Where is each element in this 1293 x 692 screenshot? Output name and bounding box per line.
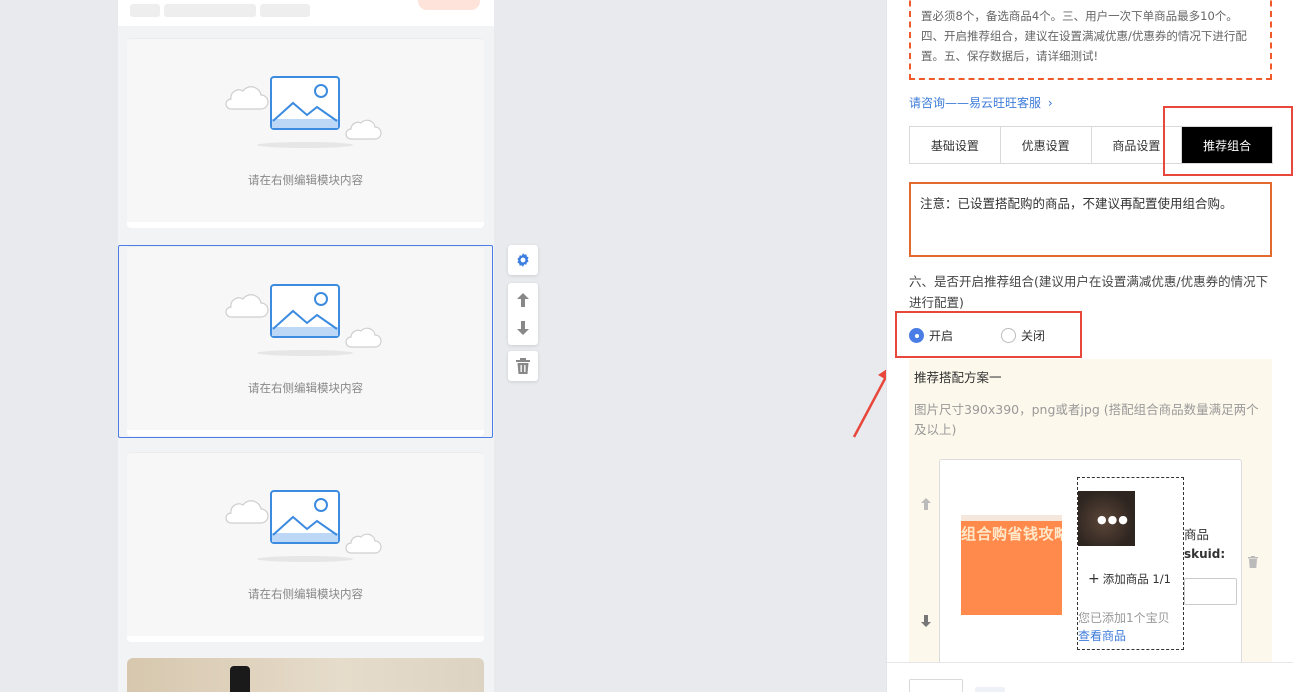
- trash-icon: [516, 358, 530, 374]
- header-tag: [130, 4, 160, 17]
- editor-canvas: 请在右侧编辑模块内容 请在右侧编辑模块内容 请在右侧编辑模块内容 置必须8个，备…: [0, 0, 1293, 692]
- plus-icon: +: [1088, 571, 1100, 587]
- radio-enable[interactable]: 开启: [909, 327, 953, 344]
- module-divider: [127, 636, 484, 642]
- delete-module-button[interactable]: [508, 351, 538, 381]
- radio-enable-label: 开启: [929, 329, 954, 343]
- radio-disable[interactable]: 关闭: [1001, 327, 1045, 344]
- bottle-image: [230, 666, 250, 692]
- rules-notice: 置必须8个，备选商品4个。三、用户一次下单商品最多10个。 四、开启推荐组合，建…: [909, 0, 1272, 80]
- panel-footer: [887, 662, 1293, 692]
- consult-link[interactable]: 请咨询——易云旺旺客服 ›: [909, 94, 1053, 111]
- header-tag: [164, 4, 256, 17]
- footer-link[interactable]: [975, 687, 1005, 692]
- radio-disable-label: 关闭: [1021, 329, 1046, 343]
- radio-checked-icon: [909, 328, 924, 343]
- product-photo-module[interactable]: [127, 658, 484, 692]
- plan-title: 推荐搭配方案一: [914, 370, 1002, 385]
- combo-poster-image[interactable]: 组合购省钱攻略: [961, 515, 1062, 615]
- arrow-down-icon[interactable]: [921, 615, 931, 627]
- settings-panel: 置必须8个，备选商品4个。三、用户一次下单商品最多10个。 四、开启推荐组合，建…: [886, 0, 1293, 692]
- plan-card: 组合购省钱攻略 ●●● + 添加商品 1/1 您已添加1个宝贝 查看商品 商品 s…: [939, 459, 1242, 689]
- footer-button[interactable]: [909, 679, 963, 692]
- skuid-label: skuid:: [1184, 547, 1226, 561]
- poster-text: 组合购省钱攻略: [961, 525, 1062, 543]
- add-goods-button[interactable]: + 添加商品 1/1: [1088, 571, 1171, 587]
- radio-unchecked-icon: [1001, 328, 1016, 343]
- gear-icon: [517, 253, 529, 267]
- selected-module-outline: [118, 245, 493, 438]
- tab-discount[interactable]: 优惠设置: [1000, 127, 1092, 163]
- arrow-down-icon[interactable]: [517, 321, 529, 335]
- module-divider: [127, 222, 484, 228]
- enable-combo-question: 六、是否开启推荐组合(建议用户在设置满减优惠/优惠券的情况下进行配置): [909, 274, 1269, 310]
- header-tag: [260, 4, 310, 17]
- poster-strip: [961, 515, 1062, 521]
- more-dots-icon: ●●●: [1097, 513, 1129, 526]
- skuid-input[interactable]: [1184, 578, 1237, 605]
- image-module[interactable]: 请在右侧编辑模块内容: [127, 38, 484, 228]
- notice-line: 置。五、保存数据后，请详细测试!: [921, 49, 1099, 63]
- module-settings-button[interactable]: [508, 245, 538, 275]
- arrow-up-icon[interactable]: [921, 498, 931, 510]
- image-module[interactable]: 请在右侧编辑模块内容: [127, 452, 484, 642]
- plan-tip: 图片尺寸390x390，png或者jpg (搭配组合商品数量满足两个及以上): [914, 402, 1259, 437]
- notice-line: 置必须8个，备选商品4个。三、用户一次下单商品最多10个。: [921, 9, 1238, 23]
- goods-upload-box[interactable]: ●●● + 添加商品 1/1 您已添加1个宝贝 查看商品: [1077, 477, 1184, 650]
- recommend-plan: 推荐搭配方案一 图片尺寸390x390，png或者jpg (搭配组合商品数量满足…: [909, 359, 1272, 689]
- notice-line: 四、开启推荐组合，建议在设置满减优惠/优惠券的情况下进行配: [921, 29, 1247, 43]
- goods-thumbnail: ●●●: [1078, 491, 1135, 546]
- arrow-up-icon[interactable]: [517, 293, 529, 307]
- tab-basic[interactable]: 基础设置: [910, 127, 1001, 163]
- placeholder-text: 请在右侧编辑模块内容: [248, 587, 363, 601]
- placeholder-text: 请在右侧编辑模块内容: [248, 173, 363, 187]
- shop-header: [118, 0, 494, 26]
- move-controls: [508, 283, 538, 345]
- annotation-box-tab: [1163, 106, 1293, 176]
- consult-link-label: 请咨询——易云旺旺客服: [909, 96, 1042, 110]
- added-count-text: 您已添加1个宝贝: [1078, 611, 1170, 625]
- annotation-box-radio: 开启 关闭: [895, 311, 1082, 358]
- image-placeholder-icon: [225, 76, 382, 148]
- image-placeholder-icon: [225, 490, 382, 562]
- trash-icon[interactable]: [1248, 556, 1258, 568]
- add-goods-label: 添加商品 1/1: [1102, 572, 1171, 586]
- header-pill: [418, 0, 480, 10]
- combo-warning: 注意：已设置搭配购的商品，不建议再配置使用组合购。: [909, 182, 1272, 257]
- goods-label: 商品: [1184, 527, 1210, 542]
- chevron-right-icon: ›: [1047, 96, 1053, 110]
- added-info: 您已添加1个宝贝 查看商品: [1078, 609, 1185, 645]
- view-goods-link[interactable]: 查看商品: [1078, 629, 1126, 643]
